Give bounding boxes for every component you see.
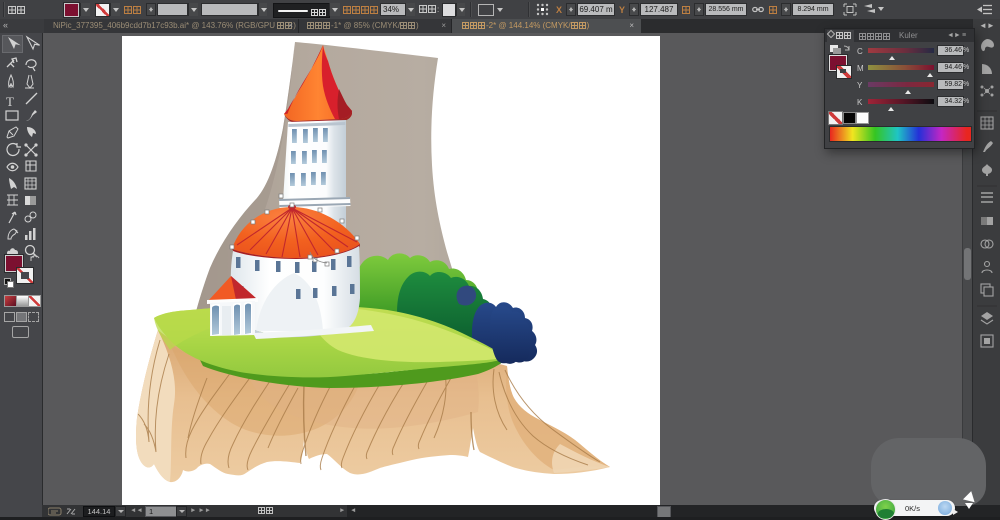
svg-text:T: T — [6, 94, 14, 109]
